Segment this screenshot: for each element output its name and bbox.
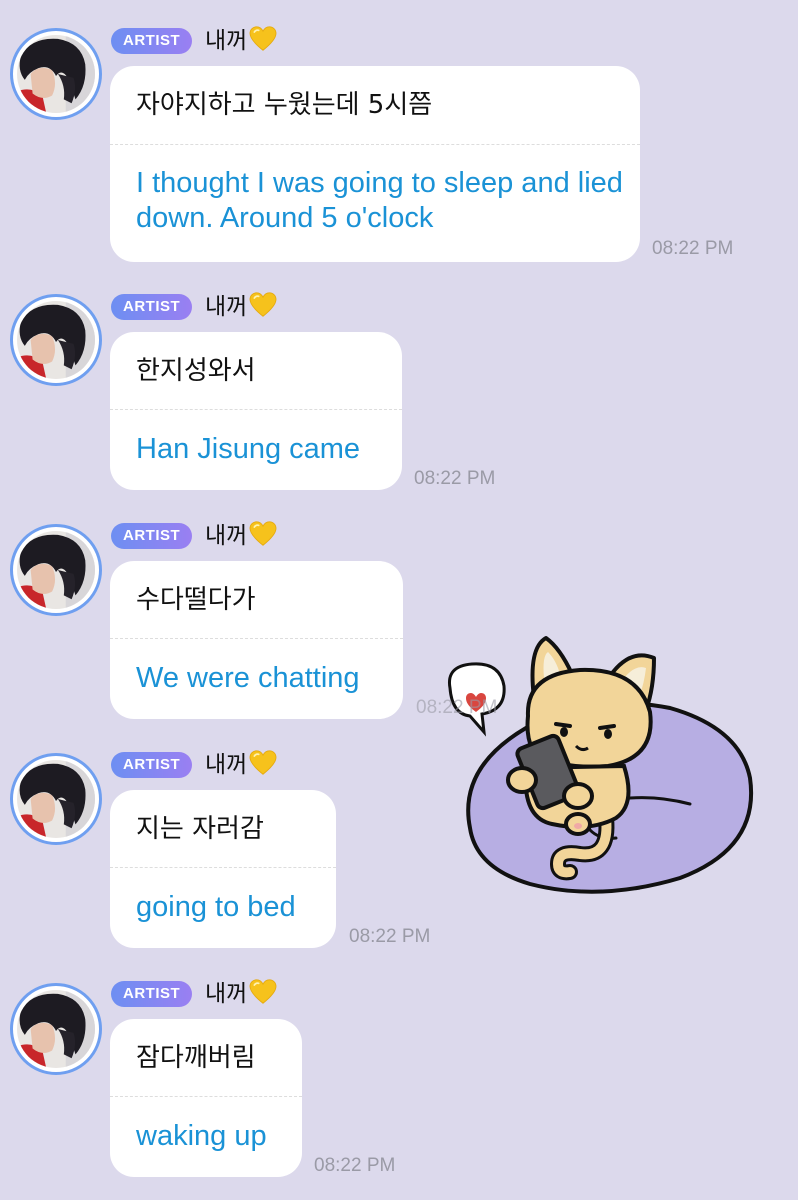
sender-name: 내꺼	[205, 26, 277, 56]
translation-divider	[110, 638, 403, 639]
yellow-heart-icon	[249, 750, 277, 776]
translation-divider	[110, 144, 640, 145]
sender-name: 내꺼	[205, 292, 277, 322]
message-korean-text: 자야지하고 누웠는데 5시쯤	[136, 90, 433, 120]
sender-name-text: 내꺼	[205, 981, 248, 1007]
artist-badge: ARTIST	[111, 28, 193, 54]
message-korean-text: 잠다깨버림	[136, 1043, 256, 1073]
message-korean-text: 한지성와서	[136, 356, 256, 386]
artist-badge: ARTIST	[111, 294, 193, 320]
message-bubble[interactable]: 자야지하고 누웠는데 5시쯤 I thought I was going to …	[110, 66, 640, 262]
cat-on-beanbag-sticker[interactable]	[440, 618, 770, 900]
sender-name-text: 내꺼	[205, 752, 248, 778]
avatar[interactable]	[10, 753, 102, 845]
yellow-heart-icon	[249, 292, 277, 318]
message-translation-text: waking up	[136, 1120, 267, 1152]
sender-name-text: 내꺼	[205, 28, 248, 54]
yellow-heart-icon	[249, 979, 277, 1005]
avatar-photo-icon	[17, 990, 95, 1068]
avatar-photo-icon	[17, 35, 95, 113]
sender-name-text: 내꺼	[205, 523, 248, 549]
yellow-heart-icon	[249, 521, 277, 547]
translation-divider	[110, 409, 402, 410]
avatar[interactable]	[10, 524, 102, 616]
yellow-heart-icon	[249, 26, 277, 52]
message-translation-text: We were chatting	[136, 662, 360, 694]
message-bubble[interactable]: 지는 자러감 going to bed	[110, 790, 336, 948]
cat-sticker-icon	[447, 636, 754, 894]
message-timestamp: 08:22 PM	[349, 926, 431, 947]
avatar-photo-icon	[17, 301, 95, 379]
avatar[interactable]	[10, 28, 102, 120]
message-translation-text: I thought I was going to sleep and lied …	[136, 167, 623, 234]
message-translation-text: Han Jisung came	[136, 433, 361, 465]
sender-name: 내꺼	[205, 750, 277, 780]
artist-badge: ARTIST	[111, 981, 193, 1007]
artist-badge: ARTIST	[111, 523, 193, 549]
avatar[interactable]	[10, 294, 102, 386]
message-translation-text: going to bed	[136, 891, 296, 923]
avatar[interactable]	[10, 983, 102, 1075]
message-timestamp: 08:22 PM	[314, 1155, 396, 1176]
message-timestamp: 08:22 PM	[652, 238, 734, 259]
translation-divider	[110, 1096, 302, 1097]
artist-badge: ARTIST	[111, 752, 193, 778]
message-timestamp: 08:22 PM	[416, 697, 498, 718]
translation-divider	[110, 867, 336, 868]
sender-name: 내꺼	[205, 521, 277, 551]
message-bubble[interactable]: 잠다깨버림 waking up	[110, 1019, 302, 1177]
avatar-photo-icon	[17, 760, 95, 838]
message-bubble[interactable]: 수다떨다가 We were chatting	[110, 561, 403, 719]
message-timestamp: 08:22 PM	[414, 468, 496, 489]
sender-name-text: 내꺼	[205, 294, 248, 320]
sender-name: 내꺼	[205, 979, 277, 1009]
message-korean-text: 지는 자러감	[136, 814, 264, 844]
avatar-photo-icon	[17, 531, 95, 609]
message-korean-text: 수다떨다가	[136, 585, 256, 615]
message-bubble[interactable]: 한지성와서 Han Jisung came	[110, 332, 402, 490]
